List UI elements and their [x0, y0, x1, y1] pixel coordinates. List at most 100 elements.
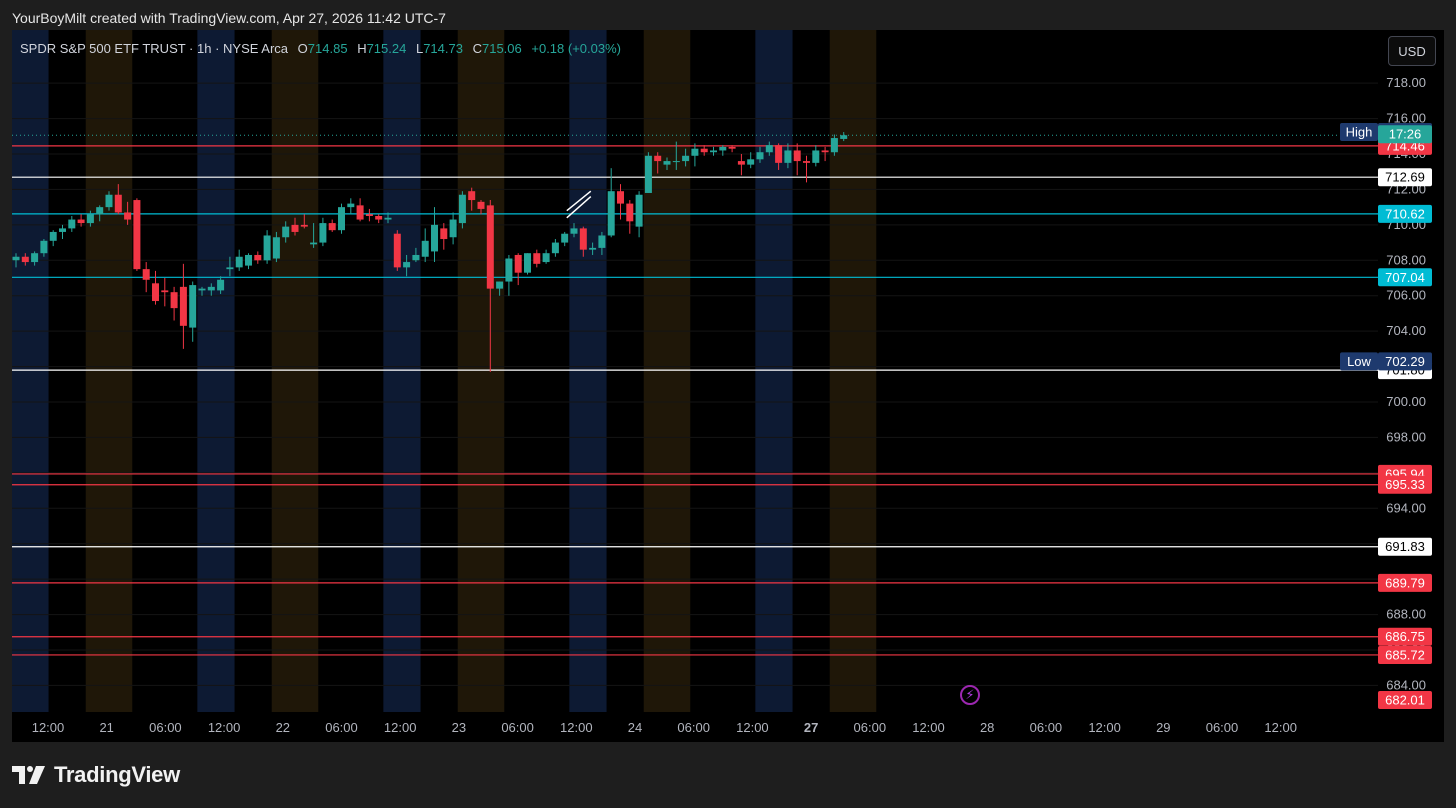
flash-icon[interactable]: ⚡: [960, 685, 980, 705]
candle: [152, 270, 159, 305]
candle-body: [579, 228, 587, 250]
candle-body: [644, 155, 652, 193]
candle-body: [617, 191, 624, 204]
candle-body: [161, 290, 169, 293]
price-axis[interactable]: 718.00716.00714.00712.00710.00708.00706.…: [1386, 75, 1426, 692]
candle-body: [440, 228, 448, 240]
candle-body: [365, 214, 373, 216]
candle: [375, 214, 383, 224]
legend-high: 715.24: [366, 41, 407, 56]
x-tick-label: 12:00: [1088, 720, 1121, 735]
candle: [542, 249, 550, 264]
x-tick-label: 06:00: [501, 720, 534, 735]
y-tick-label: 694.00: [1386, 500, 1426, 515]
candle-body: [356, 205, 364, 220]
candle-body: [654, 155, 662, 162]
candle-body: [830, 138, 838, 153]
candle: [737, 154, 745, 176]
candle-body: [477, 201, 485, 209]
price-chart[interactable]: 718.00716.00714.00712.00710.00708.00706.…: [12, 30, 1444, 742]
candle-body: [803, 161, 810, 163]
candle: [263, 230, 271, 264]
candle-body: [542, 253, 550, 263]
legend-close: 715.06: [481, 41, 522, 56]
candle: [514, 253, 522, 286]
logo-text: TradingView: [54, 762, 180, 787]
x-tick-label: 12:00: [560, 720, 593, 735]
session-premarket: [569, 30, 607, 712]
candle: [347, 198, 355, 215]
candle: [793, 143, 801, 176]
candle-body: [663, 161, 671, 165]
chart-area[interactable]: 718.00716.00714.00712.00710.00708.00706.…: [12, 30, 1444, 742]
symbol-legend[interactable]: SPDR S&P 500 ETF TRUST · 1h · NYSE Arca …: [20, 41, 621, 56]
session-afterhours: [457, 30, 505, 712]
candle-body: [226, 267, 234, 270]
candle-body: [319, 223, 327, 243]
candle-body: [152, 283, 159, 302]
snapshot-caption: YourBoyMilt created with TradingView.com…: [12, 10, 446, 26]
y-tick-label: 684.00: [1386, 677, 1426, 692]
level-price-label: 686.75: [1385, 629, 1425, 644]
candle-body: [328, 223, 336, 231]
candle-body: [719, 146, 727, 151]
y-tick-label: 698.00: [1386, 429, 1426, 444]
candle-body: [607, 191, 615, 236]
x-tick-label: 06:00: [1030, 720, 1063, 735]
candle: [365, 208, 373, 222]
candle-body: [431, 224, 438, 252]
candle: [245, 253, 252, 270]
level-price-label: 710.62: [1385, 206, 1425, 221]
candle-body: [635, 194, 643, 227]
x-tick-label: 29: [1156, 720, 1170, 735]
candle-body: [775, 145, 783, 163]
candle-body: [403, 262, 411, 268]
tradingview-logo-icon: [12, 766, 45, 784]
level-price-label: 689.79: [1385, 575, 1425, 590]
candle: [170, 286, 178, 321]
candle-body: [282, 226, 290, 238]
candle-body: [96, 207, 104, 215]
candle: [59, 224, 66, 240]
x-tick-label: 12:00: [208, 720, 241, 735]
candle: [551, 239, 559, 257]
legend-change: +0.18 (+0.03%): [531, 41, 621, 56]
candle-body: [179, 286, 187, 326]
high-tag: High: [1346, 125, 1373, 140]
candle-body: [682, 155, 690, 162]
candle: [235, 249, 243, 271]
candle: [524, 253, 531, 275]
candle: [189, 281, 197, 342]
session-afterhours: [271, 30, 319, 712]
level-price-label: 685.72: [1385, 647, 1425, 662]
countdown-label: 17:26: [1389, 127, 1422, 142]
candle-body: [458, 194, 466, 224]
x-tick-label: 12:00: [736, 720, 769, 735]
candle: [431, 207, 438, 263]
candle-body: [245, 254, 252, 266]
candle-body: [533, 253, 541, 264]
candle-body: [189, 285, 197, 328]
candle-body: [691, 148, 699, 156]
candle-body: [570, 228, 578, 234]
candle: [449, 212, 457, 245]
candle: [440, 223, 448, 250]
candle-body: [598, 235, 606, 248]
candle: [607, 168, 615, 238]
candle-body: [124, 212, 132, 220]
candle-body: [254, 254, 262, 261]
level-price-label: 691.83: [1385, 539, 1425, 554]
candles: [12, 132, 848, 372]
candle-body: [207, 286, 215, 291]
candle-body: [347, 203, 355, 208]
candle-body: [21, 256, 29, 263]
time-axis[interactable]: 12:00 21 06:00 12:00 22 06:00 12:00 23 06:00 12:0…: [32, 720, 1297, 735]
currency-button[interactable]: USD: [1388, 36, 1436, 66]
session-premarket: [12, 30, 49, 712]
candle-body: [198, 288, 206, 291]
candle-body: [505, 258, 513, 282]
candle-body: [700, 148, 708, 153]
candle-body: [524, 253, 531, 273]
candle-body: [77, 219, 85, 224]
candle-body: [728, 146, 736, 149]
